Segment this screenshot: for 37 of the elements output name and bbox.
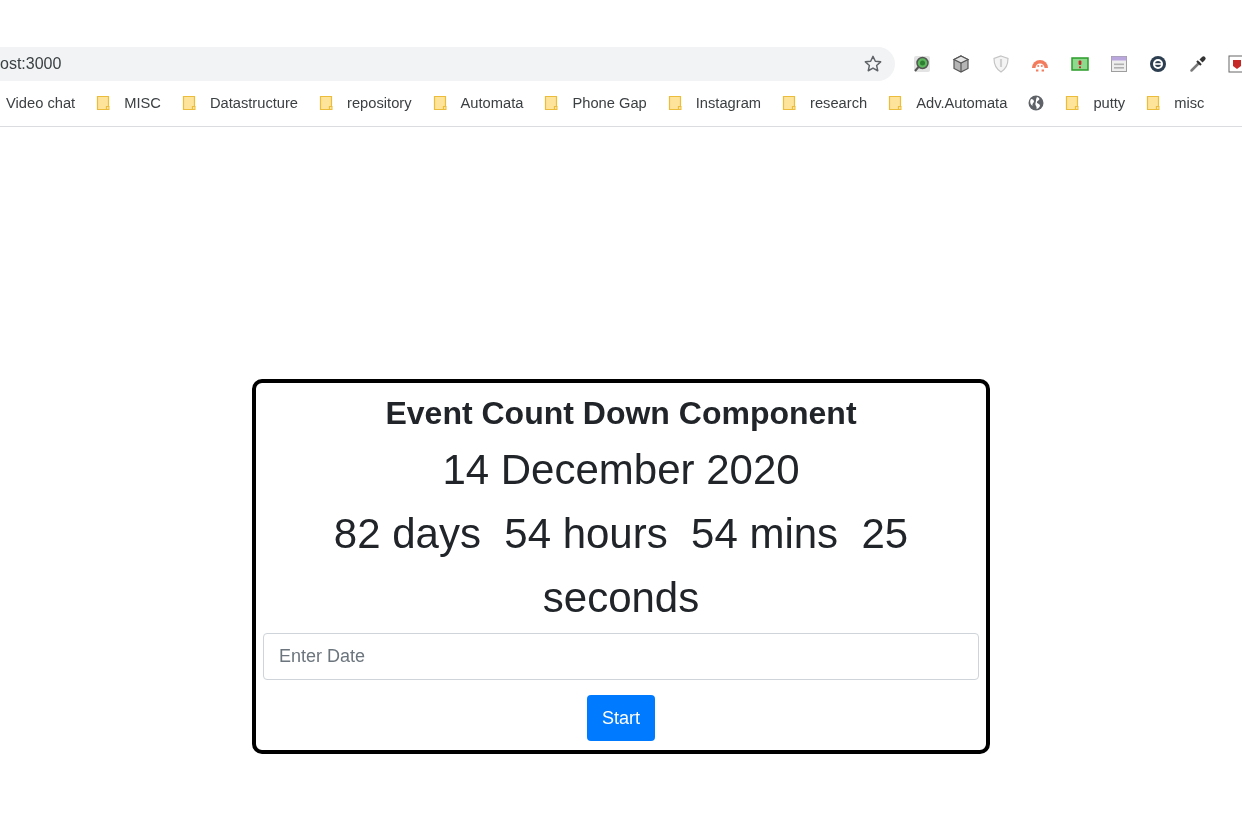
star-icon[interactable] <box>864 55 882 73</box>
bookmark-link[interactable]: Phone Gap <box>538 89 653 117</box>
eyedropper-icon[interactable] <box>1188 55 1207 73</box>
bookmark-link[interactable]: Instagram <box>661 89 768 117</box>
globe-icon <box>1028 95 1045 111</box>
folder-icon <box>96 95 111 111</box>
countdown-text: 82 days 54 hours 54 mins 25 seconds <box>332 509 910 623</box>
date-input[interactable]: Enter Date <box>263 633 979 680</box>
folder-icon <box>319 95 334 111</box>
event-date: 14 December 2020 <box>442 445 800 495</box>
badge-icon[interactable] <box>1228 55 1242 73</box>
folder-icon <box>181 95 196 111</box>
magnifier-icon[interactable] <box>913 55 931 73</box>
bookmark-link[interactable]: research <box>776 89 874 117</box>
bookmark-link[interactable]: Automata <box>426 89 530 117</box>
folder-icon <box>432 95 447 111</box>
tile-icon[interactable] <box>1070 55 1089 73</box>
folder-icon <box>1146 95 1161 111</box>
bookmark-link[interactable]: Datastructure <box>175 89 305 117</box>
circle-logo-icon[interactable] <box>1149 55 1168 73</box>
bookmark-link[interactable]: misc <box>1140 89 1211 117</box>
bookmark-link[interactable]: MISC <box>90 89 167 117</box>
bookmark-link[interactable]: putty <box>1059 89 1132 117</box>
bookmark-link[interactable]: repository <box>313 89 418 117</box>
cube-icon[interactable] <box>952 55 971 73</box>
folder-icon <box>1065 95 1080 111</box>
folder-icon <box>667 95 682 111</box>
url-text: ost:3000 <box>0 55 62 73</box>
folder-icon <box>544 95 559 111</box>
start-button[interactable]: Start <box>587 695 655 741</box>
bookmark-link[interactable]: Adv.Automata <box>882 89 1014 117</box>
address-bar[interactable]: ost:3000 <box>0 47 895 81</box>
document-icon[interactable] <box>1109 55 1128 73</box>
folder-icon <box>782 95 797 111</box>
bookmark-link[interactable]: Video chat <box>0 89 82 117</box>
card-title: Event Count Down Component <box>385 394 857 432</box>
folder-icon <box>888 95 903 111</box>
